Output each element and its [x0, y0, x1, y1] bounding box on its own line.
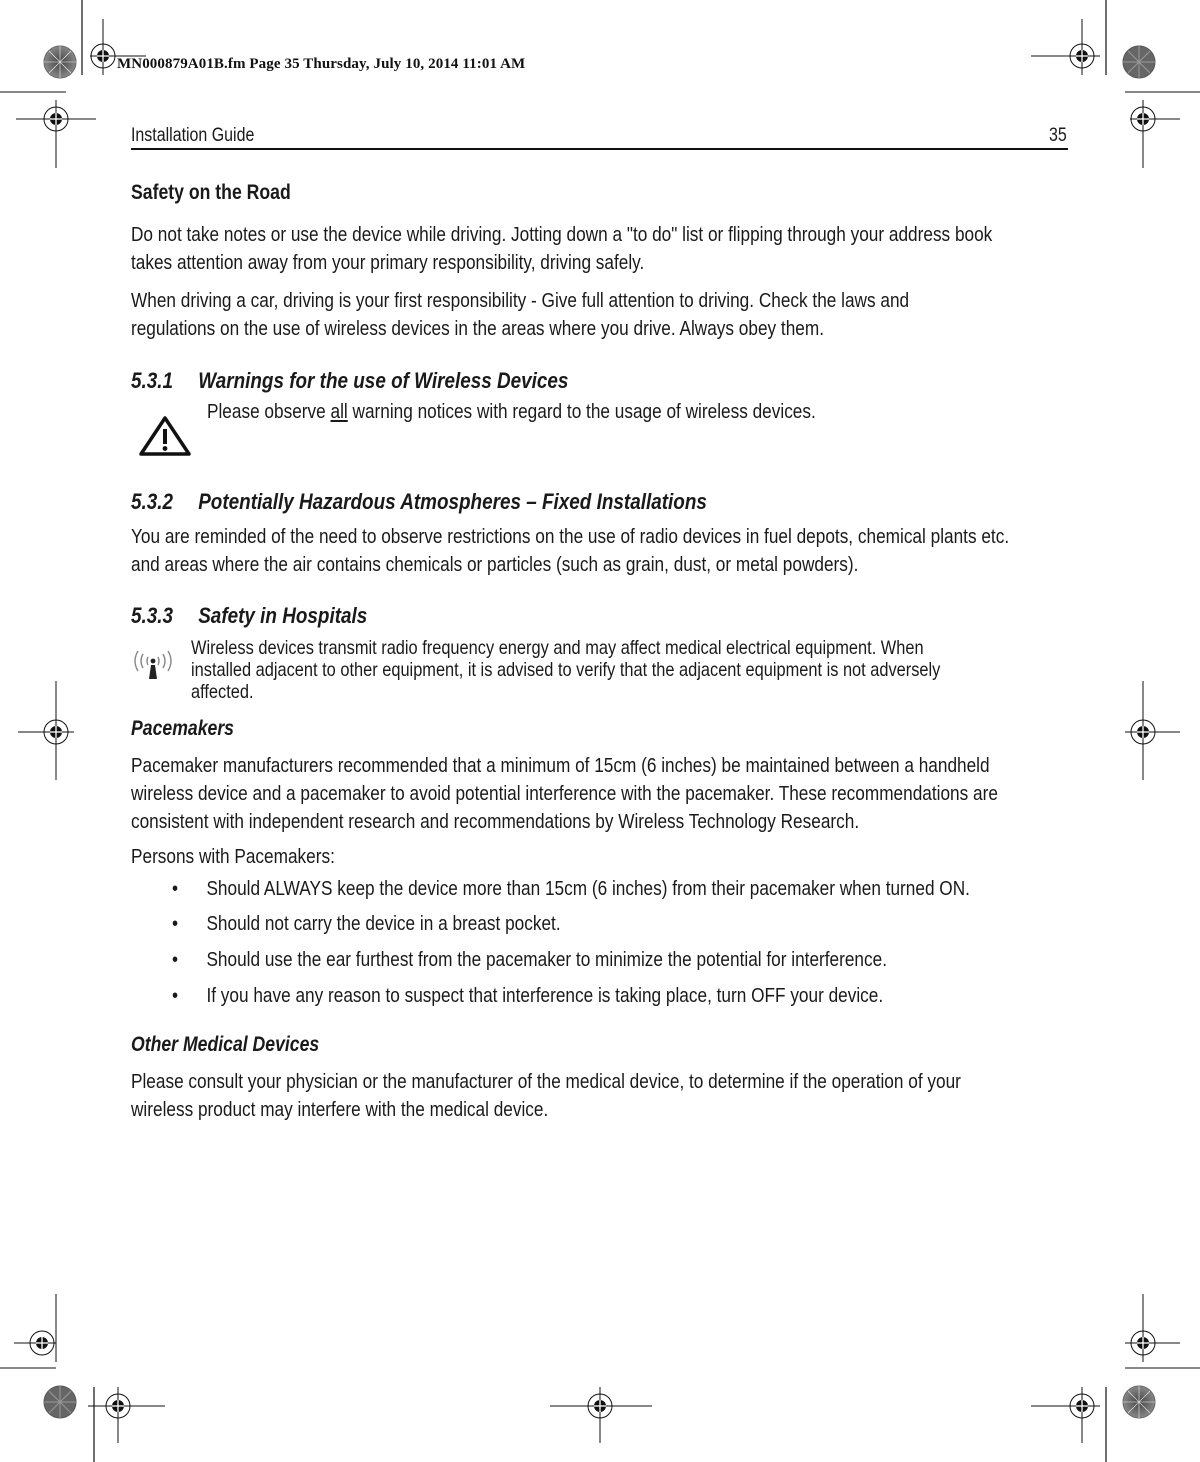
print-slug: MN000879A01B.fm Page 35 Thursday, July 1… — [117, 56, 526, 72]
pacemakers-line-1: Pacemaker manufacturers recommended that… — [131, 754, 990, 777]
heading-pacemakers: Pacemakers — [131, 717, 234, 740]
starburst-mark-top-right — [1122, 45, 1156, 79]
road-paragraph-1-line-1: Do not take notes or use the device whil… — [131, 223, 993, 246]
other-devices-line-2: wireless product may interfere with the … — [131, 1098, 549, 1121]
list-item: • Should not carry the device in a breast… — [172, 912, 561, 935]
section-title: Warnings for the use of Wireless Devices — [198, 368, 569, 393]
other-devices-line-1: Please consult your physician or the man… — [131, 1070, 961, 1093]
starburst-mark-bottom-right — [1122, 1385, 1156, 1419]
list-item: • Should ALWAYS keep the device more than… — [172, 877, 970, 900]
starburst-mark-bottom-left — [43, 1385, 77, 1419]
road-paragraph-2-line-1: When driving a car, driving is your firs… — [131, 289, 910, 312]
road-paragraph-1-line-2: takes attention away from your primary r… — [131, 251, 645, 274]
bullet-icon: • — [172, 877, 179, 900]
list-item: • If you have any reason to suspect that … — [172, 984, 884, 1007]
list-item: • Should use the ear furthest from the pa… — [172, 948, 887, 971]
atmospheres-line-1: You are reminded of the need to observe … — [131, 525, 1010, 548]
section-heading-5-3-2: 5.3.2 Potentially Hazardous Atmospheres –… — [131, 489, 707, 515]
bullet-icon: • — [172, 912, 179, 935]
heading-safety-on-the-road: Safety on the Road — [131, 181, 291, 204]
atmospheres-line-2: and areas where the air contains chemica… — [131, 553, 859, 576]
bullet-icon: • — [172, 948, 179, 971]
pacemakers-intro: Persons with Pacemakers: — [131, 845, 335, 868]
heading-other-medical-devices: Other Medical Devices — [131, 1033, 320, 1056]
header-rule — [131, 148, 1068, 150]
running-header-title: Installation Guide — [131, 125, 255, 146]
hospital-note: Wireless devices transmit radio frequenc… — [191, 637, 941, 703]
emphasis-all: all — [330, 400, 348, 423]
starburst-mark-top-left — [43, 45, 77, 79]
road-paragraph-2-line-2: regulations on the use of wireless devic… — [131, 317, 824, 340]
section-number: 5.3.3 — [131, 603, 174, 628]
warning-note: Please observe all warning notices with … — [207, 400, 816, 423]
pacemakers-line-3: consistent with independent research and… — [131, 810, 860, 833]
section-number: 5.3.2 — [131, 489, 174, 514]
warning-triangle-icon — [139, 416, 191, 456]
section-title: Potentially Hazardous Atmospheres – Fixe… — [198, 489, 707, 514]
bullet-icon: • — [172, 984, 179, 1007]
radio-emission-icon — [134, 650, 172, 679]
section-number: 5.3.1 — [131, 368, 174, 393]
section-title: Safety in Hospitals — [198, 603, 368, 628]
pacemakers-line-2: wireless device and a pacemaker to avoid… — [131, 782, 998, 805]
section-heading-5-3-3: 5.3.3 Safety in Hospitals — [131, 603, 367, 629]
section-heading-5-3-1: 5.3.1 Warnings for the use of Wireless De… — [131, 368, 568, 394]
page-number: 35 — [1049, 125, 1067, 146]
